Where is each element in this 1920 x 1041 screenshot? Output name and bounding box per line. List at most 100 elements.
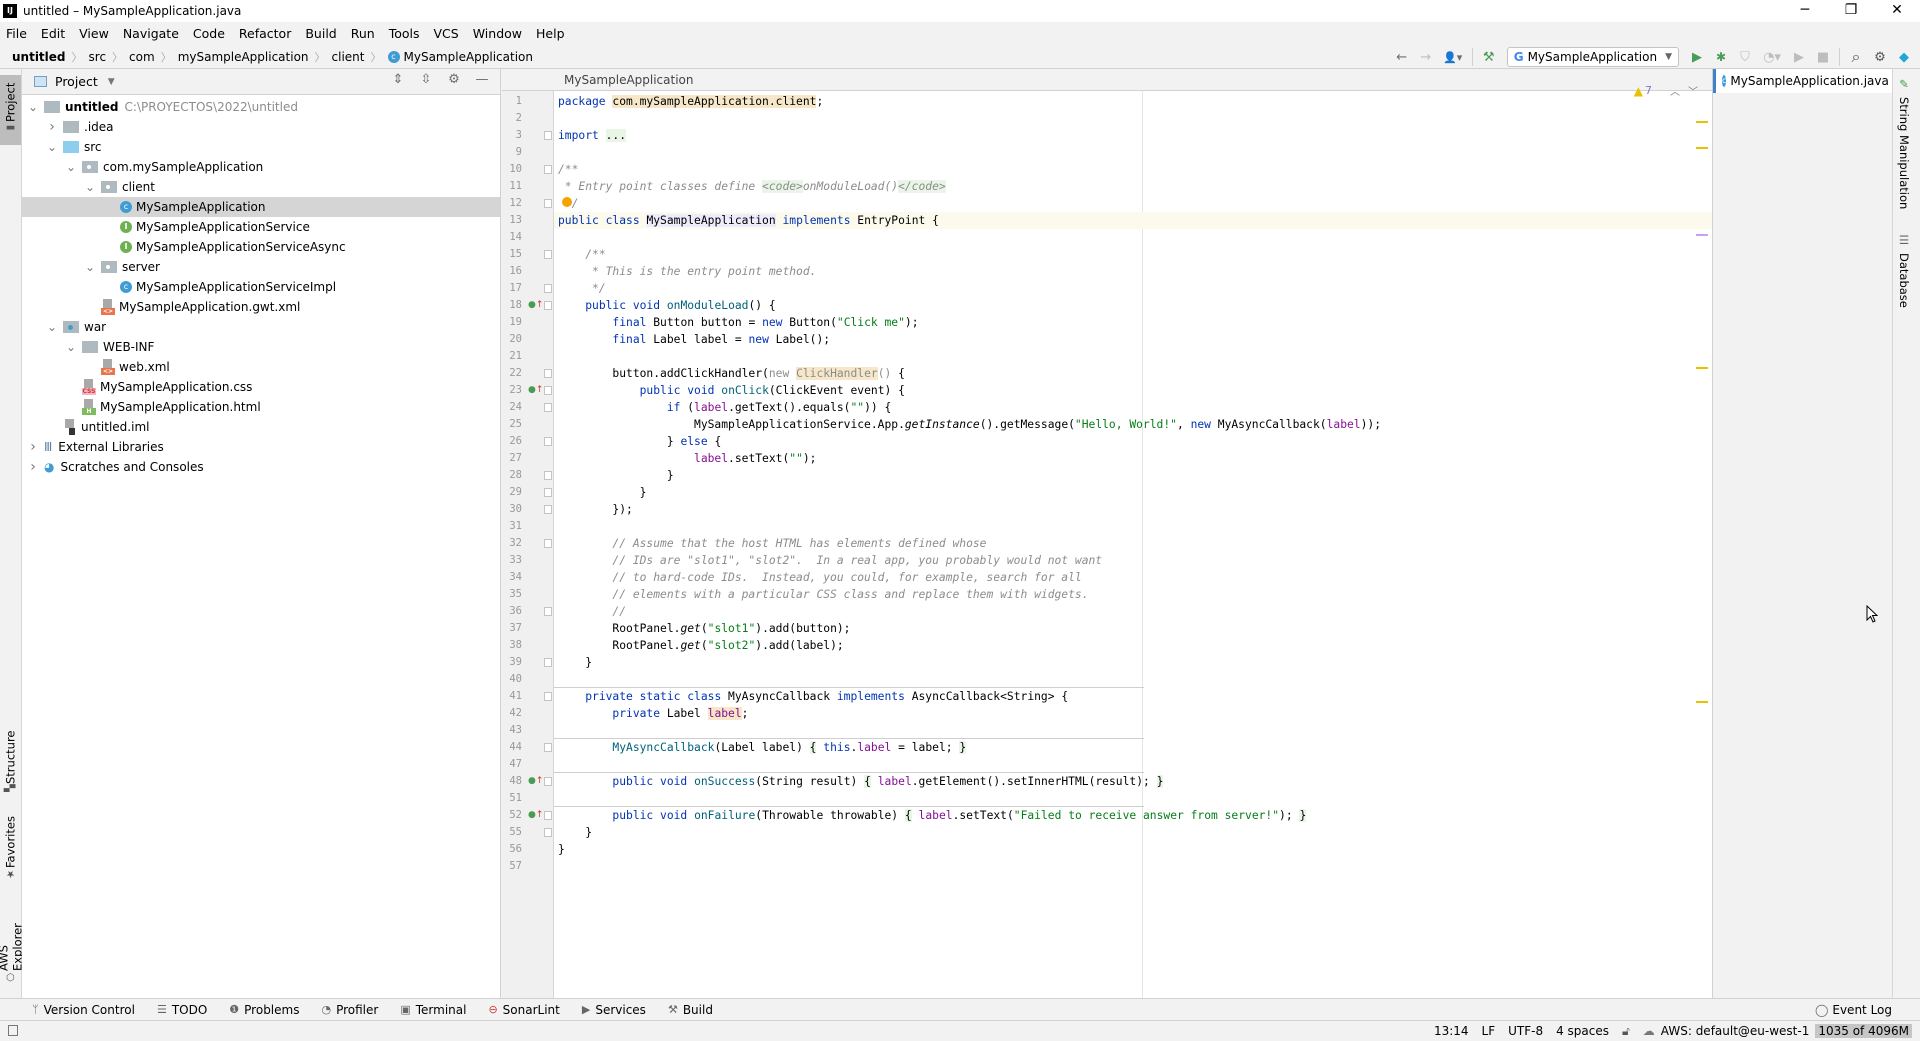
line-separator[interactable]: LF [1482,1024,1496,1038]
menu-help[interactable]: Help [536,26,565,41]
aws-explorer-tool-tab[interactable]: ⬡ AWS Explorer [0,899,25,994]
fold-collapse-icon[interactable] [544,250,552,259]
breadcrumb-item[interactable]: com [129,50,155,64]
line-number[interactable]: 12 [502,195,522,212]
line-number[interactable]: 36 [502,603,522,620]
collapse-all-icon[interactable]: ⇳ [412,72,440,87]
implements-method-icon[interactable]: ●↑ [528,382,543,399]
profiler-tool-button[interactable]: ◔ Profiler [321,1003,378,1017]
tree-item[interactable]: › Ⅲ External Libraries [22,437,500,457]
code-line[interactable] [554,348,1712,365]
gear-icon[interactable]: ⚙ [1868,46,1892,68]
chevron-down-icon[interactable]: ⌄ [64,340,78,354]
line-number[interactable]: 57 [502,858,522,875]
code-line[interactable]: } [554,841,1712,858]
line-number[interactable]: 20 [502,331,522,348]
fold-collapse-icon[interactable] [544,828,552,837]
fold-expand-icon[interactable] [544,811,552,820]
code-line[interactable] [554,722,1712,739]
code-line[interactable]: MySampleApplicationService.App.getInstan… [554,416,1712,433]
line-number[interactable]: 37 [502,620,522,637]
breadcrumb-item[interactable]: untitled [12,50,66,64]
line-number[interactable]: 16 [502,263,522,280]
chevron-right-icon[interactable]: › [45,119,59,135]
minimize-button[interactable]: ─ [1782,0,1828,22]
fold-expand-icon[interactable] [544,131,552,140]
code-line[interactable]: // Assume that the host HTML has element… [554,535,1712,552]
line-number[interactable]: 25 [502,416,522,433]
code-line[interactable]: * Entry point classes define <code>onMod… [554,178,1712,195]
menu-code[interactable]: Code [193,26,225,41]
line-number[interactable]: 39 [502,654,522,671]
tree-item[interactable]: H MySampleApplication.html [22,397,500,417]
line-number[interactable]: 32 [502,535,522,552]
coverage-icon[interactable]: ⛉ [1733,46,1757,68]
vcs-user-icon[interactable]: 👤▾ [1438,46,1468,68]
build-tool-button[interactable]: ⚒ Build [668,1003,713,1017]
tree-item[interactable]: ⌄ com.mySampleApplication [22,157,500,177]
line-number[interactable]: 13 [502,212,522,229]
editor-breadcrumb[interactable]: MySampleApplication [502,69,1712,91]
code-line[interactable] [554,518,1712,535]
indent-setting[interactable]: 4 spaces [1556,1024,1609,1038]
line-number[interactable]: 24 [502,399,522,416]
tree-item[interactable]: untitled.iml [22,417,500,437]
project-tool-tab[interactable]: ▬ Project [0,75,21,145]
file-encoding[interactable]: UTF-8 [1508,1024,1543,1038]
code-line[interactable]: public void onClick(ClickEvent event) { [554,382,1712,399]
warning-stripe-mark[interactable] [1696,701,1708,703]
line-number[interactable]: 29 [502,484,522,501]
menu-tools[interactable]: Tools [389,26,420,41]
code-line[interactable] [554,110,1712,127]
debug-icon[interactable]: ✱ [1709,46,1733,68]
code-line[interactable]: import ... [554,127,1712,144]
tree-item[interactable]: <> MySampleApplication.gwt.xml [22,297,500,317]
fold-collapse-icon[interactable] [544,505,552,514]
forward-button[interactable]: → [1414,46,1438,68]
next-highlight-icon[interactable]: ﹀ [1688,83,1698,98]
code-line[interactable]: public void onModuleLoad() { [554,297,1712,314]
todo-tool-button[interactable]: ☰ TODO [157,1003,207,1017]
line-number[interactable]: 40 [502,671,522,688]
line-number[interactable]: 55 [502,824,522,841]
stop-icon[interactable]: ■ [1811,46,1835,68]
code-line[interactable]: private Label label; [554,705,1712,722]
code-line[interactable] [554,144,1712,161]
line-number[interactable]: 35 [502,586,522,603]
line-number[interactable]: 30 [502,501,522,518]
fold-collapse-icon[interactable] [544,488,552,497]
menu-file[interactable]: File [6,26,27,41]
line-number[interactable]: 33 [502,552,522,569]
line-number[interactable]: 34 [502,569,522,586]
chevron-down-icon[interactable]: ▼ [108,77,115,87]
warning-stripe-mark[interactable] [1696,147,1708,149]
line-number[interactable]: 22 [502,365,522,382]
tree-item[interactable]: › ◕ Scratches and Consoles [22,457,500,477]
problems-tool-button[interactable]: ❶ Problems [229,1003,299,1017]
memory-indicator[interactable]: 1035 of 4096M [1815,1024,1912,1038]
code-line[interactable]: public class MySampleApplication impleme… [554,212,1712,229]
chevron-down-icon[interactable]: ⌄ [64,160,78,174]
code-line[interactable] [554,858,1712,875]
code-line[interactable] [554,756,1712,773]
info-stripe-mark[interactable] [1696,234,1708,236]
services-tool-button[interactable]: ▶ Services [582,1003,646,1017]
warning-stripe-mark[interactable] [1696,121,1708,123]
aws-connection[interactable]: AWS: default@eu-west-1 [1661,1024,1810,1038]
code-line[interactable] [554,671,1712,688]
tree-item[interactable]: ⌄ WEB-INF [22,337,500,357]
code-line[interactable]: // elements with a particular CSS class … [554,586,1712,603]
line-number[interactable]: 42 [502,705,522,722]
tree-item[interactable]: ⌄ untitled C:\PROYECTOS\2022\untitled [22,97,500,117]
structure-tool-tab[interactable]: ▚ Structure [0,724,21,804]
code-line[interactable]: } [554,484,1712,501]
expand-all-icon[interactable]: ⇕ [384,72,412,87]
chevron-down-icon[interactable]: ⌄ [83,260,97,274]
code-line[interactable] [554,229,1712,246]
inspection-widget[interactable]: ▲ 7 ︿ ﹀ [1634,83,1698,99]
tree-item[interactable]: I MySampleApplicationService [22,217,500,237]
intention-bulb-icon[interactable] [562,197,572,207]
fold-collapse-icon[interactable] [544,301,552,310]
run-configuration-select[interactable]: G MySampleApplication ▼ [1506,47,1679,67]
fold-collapse-icon[interactable] [544,437,552,446]
